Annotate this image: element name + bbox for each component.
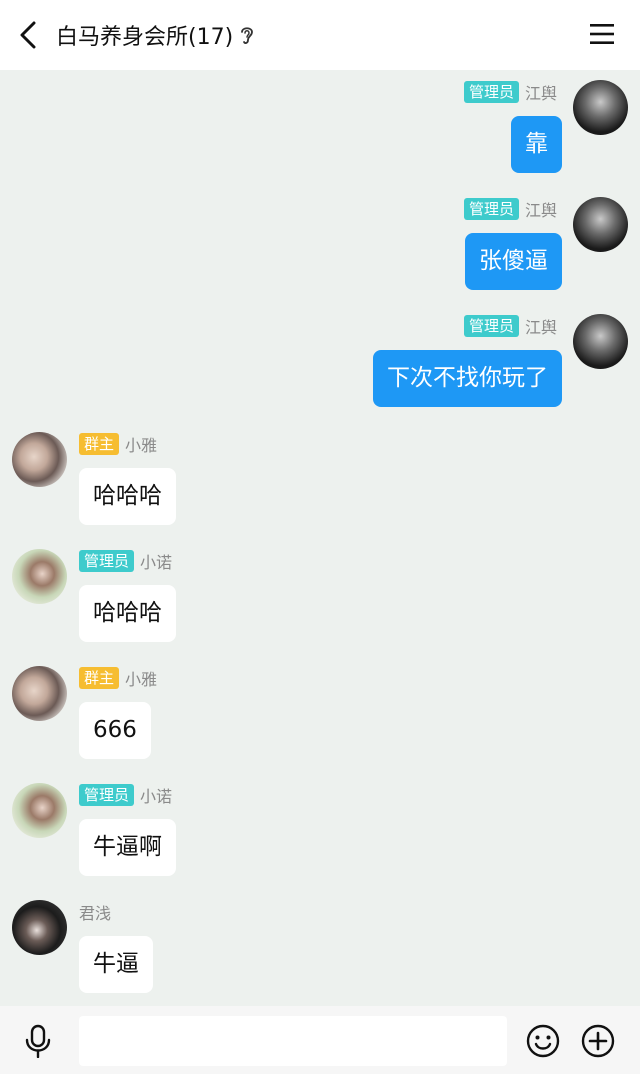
sender-meta: 管理员 小诺	[79, 550, 172, 572]
avatar[interactable]	[12, 900, 67, 955]
title-area[interactable]: 白马养身会所(17)	[56, 0, 257, 70]
message-bubble[interactable]: 哈哈哈	[79, 468, 176, 525]
avatar[interactable]	[12, 783, 67, 838]
avatar[interactable]	[573, 314, 628, 369]
avatar[interactable]	[573, 80, 628, 135]
sender-meta: 君浅	[79, 901, 111, 923]
message-bubble[interactable]: 牛逼啊	[79, 819, 176, 876]
message-bubble[interactable]: 靠	[511, 116, 562, 173]
role-badge-admin: 管理员	[79, 784, 135, 806]
avatar[interactable]	[12, 549, 67, 604]
role-badge-admin: 管理员	[463, 198, 519, 220]
role-badge-owner: 群主	[79, 433, 120, 455]
message-bubble[interactable]: 下次不找你玩了	[373, 350, 562, 407]
sender-name: 小雅	[125, 670, 158, 689]
message-bubble[interactable]: 张傻逼	[465, 233, 562, 290]
plus-circle-icon	[581, 1024, 615, 1058]
role-badge-admin: 管理员	[463, 315, 519, 337]
sender-meta: 管理员 小诺	[79, 784, 172, 806]
role-badge-admin: 管理员	[79, 550, 135, 572]
message-list[interactable]: 管理员 江舆 靠 管理员 江舆 张傻逼 管理员 江舆 下次不找你玩了 群主 小雅…	[0, 70, 640, 1006]
sender-name: 江舆	[524, 84, 557, 103]
smiley-icon	[526, 1024, 560, 1058]
back-button[interactable]	[14, 20, 42, 50]
group-title: 白马养身会所(17)	[56, 25, 234, 50]
voice-button[interactable]	[24, 1024, 52, 1059]
chevron-left-icon	[20, 21, 36, 49]
avatar[interactable]	[12, 432, 67, 487]
message-bubble[interactable]: 牛逼	[79, 936, 153, 993]
sender-meta: 管理员 江舆	[463, 81, 557, 103]
avatar[interactable]	[12, 666, 67, 721]
message-input[interactable]	[79, 1016, 507, 1066]
ear-icon	[239, 24, 257, 46]
sender-name: 江舆	[524, 318, 557, 337]
message-bubble[interactable]: 666	[79, 702, 151, 759]
role-badge-owner: 群主	[79, 667, 120, 689]
chat-screen: 白马养身会所(17) 管理员 江舆 靠 管理员 江舆 张傻逼 管理员 江舆 下次…	[0, 0, 640, 1074]
sender-name: 小诺	[140, 553, 173, 572]
emoji-button[interactable]	[526, 1024, 560, 1058]
role-badge-admin: 管理员	[463, 81, 519, 103]
microphone-icon	[25, 1024, 51, 1059]
more-button[interactable]	[581, 1024, 615, 1058]
message-bubble[interactable]: 哈哈哈	[79, 585, 176, 642]
sender-meta: 群主 小雅	[79, 667, 157, 689]
chat-header: 白马养身会所(17)	[0, 0, 640, 70]
hamburger-menu-icon	[590, 24, 614, 44]
sender-name: 江舆	[524, 201, 557, 220]
avatar[interactable]	[573, 197, 628, 252]
sender-name: 小雅	[125, 436, 158, 455]
menu-button[interactable]	[590, 22, 614, 46]
sender-meta: 管理员 江舆	[463, 198, 557, 220]
sender-name: 君浅	[79, 904, 112, 923]
sender-meta: 群主 小雅	[79, 433, 157, 455]
sender-meta: 管理员 江舆	[463, 315, 557, 337]
input-bar	[0, 1006, 640, 1074]
sender-name: 小诺	[140, 787, 173, 806]
